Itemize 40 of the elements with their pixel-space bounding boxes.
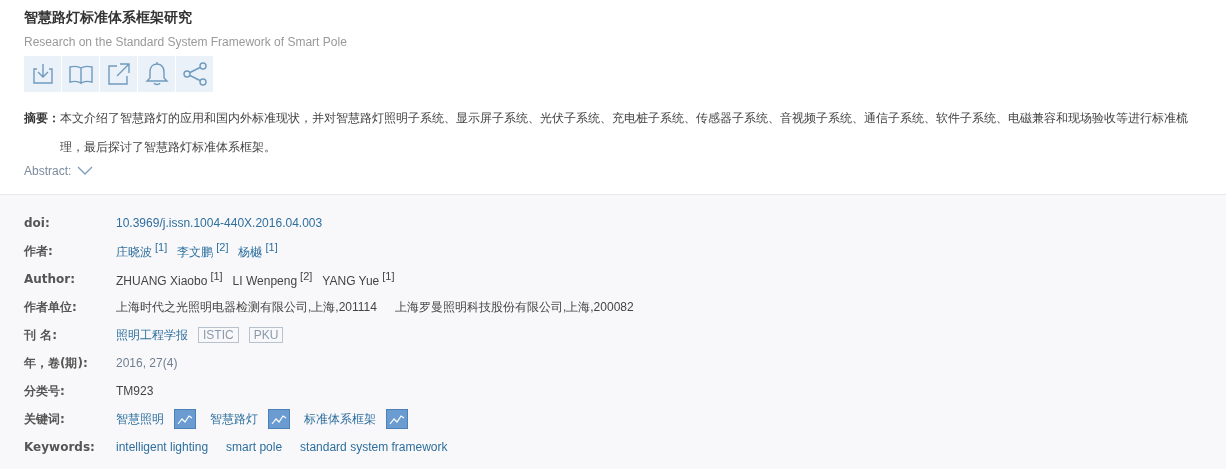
keyword-link[interactable]: smart pole (226, 440, 283, 454)
field-label: 作者: (24, 242, 54, 260)
trend-chart-icon[interactable] (386, 409, 408, 429)
bell-icon (143, 61, 170, 87)
open-book-button[interactable] (62, 56, 99, 92)
keyword-link[interactable]: 标准体系框架 (304, 410, 376, 428)
field-label: 关键词: (24, 410, 66, 428)
field-label: doi: (24, 216, 51, 230)
article-title: 智慧路灯标准体系框架研究 (24, 8, 193, 26)
index-tag: PKU (248, 327, 284, 343)
doi-link[interactable]: 10.3969/j.issn.1004-440X.2016.04.003 (116, 216, 323, 230)
abstract-label: 摘要： (24, 110, 60, 127)
field-value: TM923 (116, 384, 154, 398)
field-label: 分类号: (24, 382, 66, 400)
keyword-link[interactable]: standard system framework (300, 440, 448, 454)
abstract-text: 本文介绍了智慧路灯的应用和国内外标准现状，并对智慧路灯照明子系统、显示屏子系统、光伏子系统、充电桩子系统、传感器子系统、音视频子系统、通信子系统、软件子系统、电磁兼容和现场验收等进行标准梳理，最后探讨了智慧路灯标准体系框架。 (60, 110, 1189, 156)
keyword-link[interactable]: intelligent lighting (116, 440, 209, 454)
field-label: Author: (24, 272, 77, 286)
article-subtitle: Research on the Standard System Framework of Smart Pole (24, 34, 348, 50)
download-button[interactable] (24, 56, 61, 92)
field-label: 刊 名: (24, 326, 58, 344)
share-icon (181, 61, 208, 87)
keyword-link[interactable]: 智慧路灯 (210, 410, 258, 428)
external-link-icon (105, 61, 132, 87)
field-label: 年，卷(期): (24, 354, 89, 372)
field-label: Keywords: (24, 440, 96, 454)
journal-link[interactable]: 照明工程学报 (116, 326, 188, 344)
share-button[interactable] (176, 56, 213, 92)
field-value: 2016, 27(4) (116, 356, 178, 370)
abstract-toggle[interactable]: Abstract: (24, 164, 94, 178)
index-tag: ISTIC (198, 327, 239, 343)
bell-button[interactable] (138, 56, 175, 92)
trend-chart-icon[interactable] (174, 409, 196, 429)
chevron-icon (77, 166, 94, 176)
external-link-button[interactable] (100, 56, 137, 92)
keyword-link[interactable]: 智慧照明 (116, 410, 164, 428)
affiliation-text: 上海时代之光照明电器检测有限公司,上海,201114 (116, 298, 377, 316)
trend-chart-icon[interactable] (268, 409, 290, 429)
field-label: 作者单位: (24, 298, 78, 316)
affiliation-text: 上海罗曼照明科技股份有限公司,上海,200082 (394, 298, 634, 316)
